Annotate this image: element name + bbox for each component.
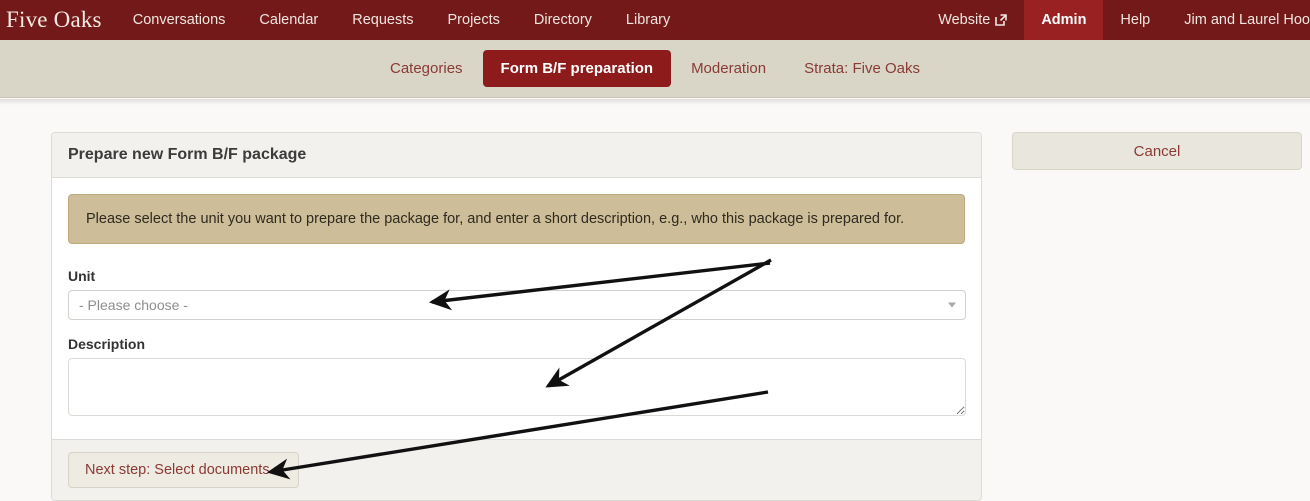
external-link-icon bbox=[995, 14, 1008, 26]
subnav-item-form-bf-preparation[interactable]: Form B/F preparation bbox=[482, 50, 672, 87]
page-content: Prepare new Form B/F package Please sele… bbox=[0, 105, 1310, 501]
unit-select-value: - Please choose - bbox=[79, 297, 188, 313]
prepare-package-panel: Prepare new Form B/F package Please sele… bbox=[51, 132, 982, 501]
brand-logo[interactable]: Five Oaks bbox=[0, 0, 116, 40]
cancel-button[interactable]: Cancel bbox=[1012, 132, 1302, 170]
description-field-group: Description bbox=[68, 336, 966, 421]
nav-item-projects[interactable]: Projects bbox=[431, 0, 517, 40]
nav-item-requests[interactable]: Requests bbox=[335, 0, 430, 40]
nav-item-directory[interactable]: Directory bbox=[517, 0, 609, 40]
panel-footer: Next step: Select documents » bbox=[52, 439, 981, 500]
nav-item-website-label: Website bbox=[938, 12, 991, 28]
nav-item-conversations[interactable]: Conversations bbox=[116, 0, 243, 40]
unit-label: Unit bbox=[68, 268, 96, 284]
unit-select[interactable]: - Please choose - bbox=[68, 290, 966, 320]
subnav-item-moderation[interactable]: Moderation bbox=[673, 50, 784, 87]
nav-item-website[interactable]: Website bbox=[921, 0, 1024, 40]
top-nav-primary-links: Conversations Calendar Requests Projects… bbox=[116, 0, 688, 40]
description-input[interactable] bbox=[68, 358, 966, 416]
panel-title: Prepare new Form B/F package bbox=[52, 133, 981, 178]
description-label: Description bbox=[68, 336, 146, 352]
panel-body: Please select the unit you want to prepa… bbox=[52, 178, 981, 439]
nav-item-calendar[interactable]: Calendar bbox=[242, 0, 335, 40]
secondary-navigation-bar: Categories Form B/F preparation Moderati… bbox=[0, 40, 1310, 98]
nav-item-user-account[interactable]: Jim and Laurel Hoo bbox=[1167, 0, 1310, 40]
secondary-nav-items: Categories Form B/F preparation Moderati… bbox=[372, 50, 938, 87]
top-navigation-bar: Five Oaks Conversations Calendar Request… bbox=[0, 0, 1310, 40]
unit-field-group: Unit - Please choose - bbox=[68, 268, 966, 320]
subnav-item-strata-five-oaks[interactable]: Strata: Five Oaks bbox=[786, 50, 938, 87]
subnav-item-categories[interactable]: Categories bbox=[372, 50, 481, 87]
chevron-down-icon bbox=[948, 302, 956, 308]
nav-item-admin[interactable]: Admin bbox=[1024, 0, 1104, 40]
top-nav-secondary-links: Website Admin Help Jim and Laurel Hoo bbox=[921, 0, 1310, 40]
instructions-alert: Please select the unit you want to prepa… bbox=[68, 194, 965, 244]
nav-item-help[interactable]: Help bbox=[1103, 0, 1167, 40]
next-step-button[interactable]: Next step: Select documents » bbox=[68, 452, 299, 488]
nav-item-library[interactable]: Library bbox=[609, 0, 687, 40]
